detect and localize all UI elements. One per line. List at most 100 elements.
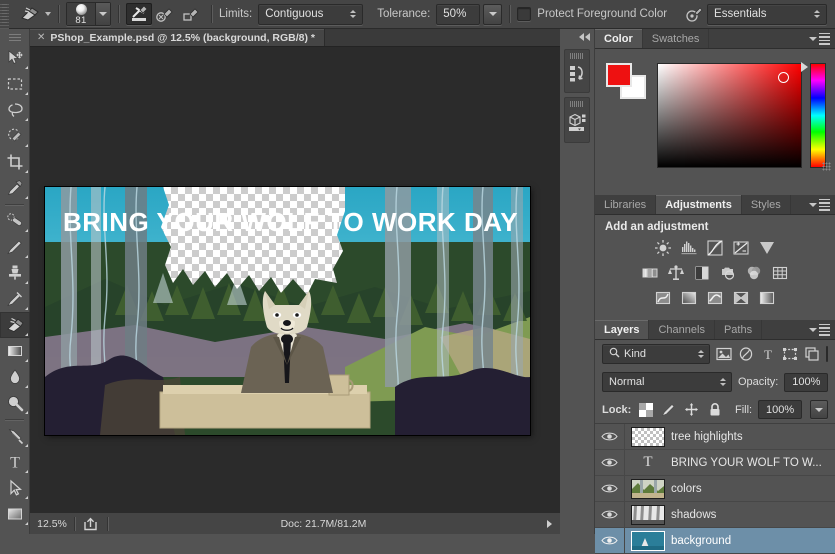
document-tab[interactable]: ✕ PShop_Example.psd @ 12.5% (background,… xyxy=(30,29,325,46)
limits-select[interactable]: Contiguous xyxy=(258,4,363,25)
color-field-cursor[interactable] xyxy=(778,72,789,83)
hue-saturation-icon[interactable] xyxy=(641,263,660,282)
layer-thumbnail[interactable] xyxy=(625,479,671,499)
brightness-contrast-icon[interactable] xyxy=(654,238,673,257)
close-icon[interactable]: ✕ xyxy=(37,32,45,43)
filter-shape-icon[interactable] xyxy=(782,344,798,364)
tab-layers[interactable]: Layers xyxy=(595,320,649,339)
lock-position-icon[interactable] xyxy=(683,401,700,418)
layer-name[interactable]: BRING YOUR WOLF TO W... xyxy=(671,457,822,469)
lock-image-pixels-icon[interactable] xyxy=(660,401,677,418)
layer-row-shadows[interactable]: shadows xyxy=(595,502,835,528)
tab-adjustments[interactable]: Adjustments xyxy=(656,195,742,214)
collapse-panels-button[interactable] xyxy=(560,29,594,45)
quick-selection-tool[interactable] xyxy=(0,123,30,149)
black-white-icon[interactable] xyxy=(693,263,712,282)
tab-color[interactable]: Color xyxy=(595,29,643,48)
history-panel-button[interactable] xyxy=(564,49,590,93)
dodge-tool[interactable] xyxy=(0,390,30,416)
tab-paths[interactable]: Paths xyxy=(715,320,762,339)
layer-name[interactable]: colors xyxy=(671,483,702,495)
color-lookup-icon[interactable] xyxy=(771,263,790,282)
airbrush-pressure-icon[interactable] xyxy=(681,3,707,25)
lock-all-icon[interactable] xyxy=(706,401,723,418)
layer-row-text[interactable]: T BRING YOUR WOLF TO W... xyxy=(595,450,835,476)
panel-menu-icon[interactable] xyxy=(809,33,830,45)
foreground-background-swatches[interactable] xyxy=(606,63,646,99)
rectangle-tool[interactable] xyxy=(0,501,30,527)
clone-stamp-tool[interactable] xyxy=(0,260,30,286)
canvas-scroll-area[interactable]: BRING YOUR WOLF TO WORK DAY xyxy=(30,47,560,515)
eye-icon[interactable] xyxy=(595,528,625,553)
brush-chevron-down-icon[interactable] xyxy=(95,3,110,25)
hue-slider-marker[interactable] xyxy=(801,62,808,72)
path-selection-tool[interactable] xyxy=(0,475,30,501)
panel-resize-grip[interactable] xyxy=(822,162,831,171)
filter-type-icon[interactable]: T xyxy=(760,344,776,364)
filter-smart-object-icon[interactable] xyxy=(804,344,820,364)
fill-input[interactable]: 100% xyxy=(758,400,802,419)
filter-adjustment-icon[interactable] xyxy=(738,344,754,364)
brush-tool[interactable] xyxy=(0,234,30,260)
share-icon[interactable] xyxy=(75,513,107,535)
status-expand-button[interactable] xyxy=(539,513,560,535)
options-bar-grip[interactable] xyxy=(0,0,9,29)
toolbar-grip[interactable] xyxy=(0,31,29,45)
layer-name[interactable]: tree highlights xyxy=(671,431,743,443)
exposure-icon[interactable] xyxy=(732,238,751,257)
tab-libraries[interactable]: Libraries xyxy=(595,195,656,214)
vibrance-icon[interactable] xyxy=(758,238,777,257)
gradient-map-icon[interactable] xyxy=(758,288,777,307)
opacity-input[interactable]: 100% xyxy=(784,373,828,392)
lock-transparent-pixels-icon[interactable] xyxy=(637,401,654,418)
eye-icon[interactable] xyxy=(595,450,625,475)
eye-icon[interactable] xyxy=(595,424,625,449)
invert-icon[interactable] xyxy=(654,288,673,307)
doc-info[interactable]: Doc: 21.7M/81.2M xyxy=(108,513,539,535)
filter-toggle-switch[interactable] xyxy=(826,346,828,362)
tab-swatches[interactable]: Swatches xyxy=(643,29,710,48)
eye-icon[interactable] xyxy=(595,476,625,501)
rectangular-marquee-tool[interactable] xyxy=(0,71,30,97)
brush-preset-picker[interactable]: 81 xyxy=(66,2,111,26)
photo-filter-icon[interactable] xyxy=(719,263,738,282)
panel-menu-icon[interactable] xyxy=(809,324,830,336)
foreground-color-swatch[interactable] xyxy=(606,63,632,87)
threshold-icon[interactable] xyxy=(706,288,725,307)
layer-name[interactable]: background xyxy=(671,535,731,547)
gradient-tool[interactable] xyxy=(0,338,30,364)
spot-healing-brush-tool[interactable] xyxy=(0,208,30,234)
tolerance-chevron-down-icon[interactable] xyxy=(483,4,502,25)
fill-chevron-down-icon[interactable] xyxy=(810,400,828,419)
layer-name[interactable]: shadows xyxy=(671,509,716,521)
hue-slider-icon[interactable] xyxy=(810,63,826,168)
channel-mixer-icon[interactable] xyxy=(745,263,764,282)
workspace-select[interactable]: Essentials xyxy=(707,4,827,25)
history-brush-tool[interactable] xyxy=(0,286,30,312)
levels-icon[interactable] xyxy=(680,238,699,257)
horizontal-type-tool[interactable]: T xyxy=(0,449,30,475)
posterize-icon[interactable] xyxy=(680,288,699,307)
sampling-continuous-icon[interactable] xyxy=(126,3,152,25)
eraser-tool[interactable] xyxy=(0,312,30,338)
zoom-level[interactable]: 12.5% xyxy=(30,513,74,535)
sampling-background-swatch-icon[interactable] xyxy=(178,3,204,25)
image-canvas[interactable]: BRING YOUR WOLF TO WORK DAY xyxy=(45,187,530,435)
lasso-tool[interactable] xyxy=(0,97,30,123)
blur-tool[interactable] xyxy=(0,364,30,390)
tab-styles[interactable]: Styles xyxy=(742,195,791,214)
move-tool[interactable] xyxy=(0,45,30,71)
tolerance-input[interactable]: 50% xyxy=(436,4,480,25)
pen-tool[interactable] xyxy=(0,423,30,449)
tool-preset-chevron-down-icon[interactable] xyxy=(45,12,51,16)
layer-row-tree-highlights[interactable]: tree highlights xyxy=(595,424,835,450)
filter-pixel-icon[interactable] xyxy=(716,344,732,364)
3d-panel-button[interactable] xyxy=(564,97,590,143)
layer-row-colors[interactable]: colors xyxy=(595,476,835,502)
layer-row-background[interactable]: background xyxy=(595,528,835,554)
selective-color-icon[interactable] xyxy=(732,288,751,307)
tab-channels[interactable]: Channels xyxy=(649,320,714,339)
blend-mode-select[interactable]: Normal xyxy=(602,372,732,392)
protect-foreground-checkbox[interactable] xyxy=(517,7,531,21)
layer-thumbnail[interactable] xyxy=(625,505,671,525)
